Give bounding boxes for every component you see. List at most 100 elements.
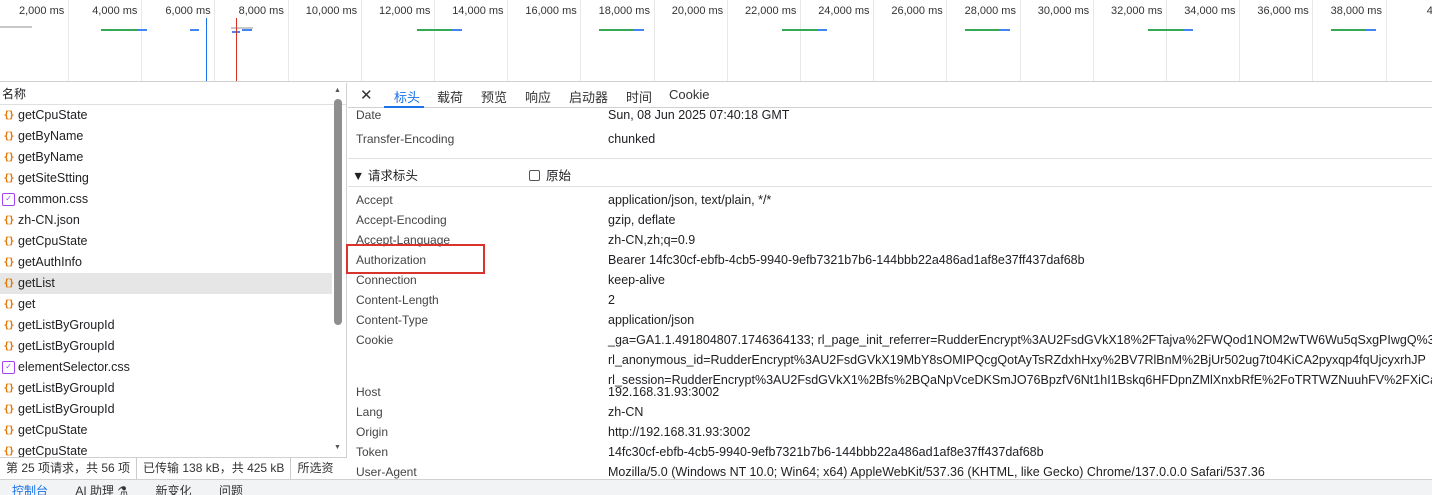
header-name: Authorization xyxy=(356,253,427,267)
waterfall-bar xyxy=(417,29,453,31)
drawer-tab-ai-assistant[interactable]: AI 助理 ⚗ xyxy=(63,480,140,495)
request-row[interactable]: {} getCpuState xyxy=(0,105,332,126)
fetch-icon: {} xyxy=(3,320,14,331)
request-row[interactable]: {} getListByGroupId xyxy=(0,378,332,399)
timeline-gridline xyxy=(1166,0,1167,81)
fetch-icon: {} xyxy=(3,404,14,415)
tab-headers[interactable]: 标头 xyxy=(394,87,420,106)
header-value[interactable]: keep-alive xyxy=(608,273,665,287)
tab-timing[interactable]: 时间 xyxy=(626,87,652,106)
request-name: common.css xyxy=(18,192,89,206)
load-event-marker xyxy=(236,18,237,81)
header-value[interactable]: zh-CN xyxy=(608,405,643,419)
header-name: Content-Type xyxy=(356,313,429,327)
drawer-tab-whats-new[interactable]: 新变化 xyxy=(143,480,203,495)
header-value[interactable]: chunked xyxy=(608,132,655,146)
request-list-scrollbar[interactable]: ▲ ▼ xyxy=(333,83,343,457)
timeline-tick-label: 2,000 ms xyxy=(19,5,65,17)
timeline-tick-label: 32,000 ms xyxy=(1111,5,1163,17)
column-header-name[interactable]: 名称 xyxy=(0,83,346,105)
request-list-pane: 名称 {} getCpuState{} getByName{} getByName{}… xyxy=(0,83,347,457)
header-value[interactable]: http://192.168.31.93:3002 xyxy=(608,425,751,439)
header-name: Lang xyxy=(356,405,383,419)
scroll-up-icon[interactable]: ▲ xyxy=(334,87,341,94)
request-row[interactable]: {} getCpuState xyxy=(0,420,332,441)
waterfall-bar xyxy=(634,29,644,31)
waterfall-bar xyxy=(599,29,635,31)
header-name: Content-Length xyxy=(356,293,439,307)
tab-response[interactable]: 响应 xyxy=(525,87,551,106)
waterfall-bar xyxy=(1366,29,1376,31)
fetch-icon: {} xyxy=(3,110,14,121)
scrollbar-thumb[interactable] xyxy=(334,99,342,325)
request-headers-title[interactable]: ▼ 请求标头 xyxy=(352,165,418,184)
timeline-overview[interactable]: 2,000 ms 4,000 ms 6,000 ms 8,000 ms 10,000 m… xyxy=(0,0,1432,82)
scroll-down-icon[interactable]: ▼ xyxy=(334,444,341,451)
header-value[interactable]: Bearer 14fc30cf-ebfb-4cb5-9940-9efb7321b… xyxy=(608,253,1085,267)
timeline-gridline xyxy=(726,0,728,81)
waterfall-bar xyxy=(1000,29,1010,31)
request-row[interactable]: {} getListByGroupId xyxy=(0,336,332,357)
header-value-continued[interactable]: rl_anonymous_id=RudderEncrypt%3AU2FsdGVk… xyxy=(608,353,1426,367)
close-icon[interactable]: ✕ xyxy=(360,86,373,104)
fetch-icon: {} xyxy=(3,383,14,394)
request-row[interactable]: {} zh-CN.json xyxy=(0,210,332,231)
drawer-tab-console[interactable]: 控制台 xyxy=(0,480,60,495)
timeline-tick-label: 40,00 xyxy=(1427,5,1432,17)
request-row[interactable]: ✓ common.css xyxy=(0,189,332,210)
request-row[interactable]: {} getCpuState xyxy=(0,231,332,252)
request-row[interactable]: {} getListByGroupId xyxy=(0,399,332,420)
request-row[interactable]: {} getAuthInfo xyxy=(0,252,332,273)
timeline-tick-label: 30,000 ms xyxy=(1037,5,1090,17)
tab-payload[interactable]: 载荷 xyxy=(437,87,463,106)
request-row[interactable]: {} getCpuState xyxy=(0,441,332,457)
tab-cookies[interactable]: Cookie xyxy=(669,87,709,102)
header-value[interactable]: Sun, 08 Jun 2025 07:40:18 GMT xyxy=(608,108,789,122)
raw-headers-toggle[interactable]: 原始 xyxy=(529,165,571,184)
timeline-gridline xyxy=(800,0,801,81)
drawer-tab-issues[interactable]: 问题 xyxy=(207,480,255,495)
tab-preview[interactable]: 预览 xyxy=(481,87,507,106)
timeline-tick-label: 18,000 ms xyxy=(598,5,650,17)
header-value[interactable]: application/json, text/plain, */* xyxy=(608,193,771,207)
tab-initiator[interactable]: 启动器 xyxy=(569,87,608,106)
request-row[interactable]: {} getSiteStting xyxy=(0,168,332,189)
request-headers-section[interactable]: ▼ 请求标头 原始 xyxy=(348,159,1432,187)
waterfall-bar xyxy=(965,29,1001,31)
transferred-size: 已传输 138 kB，共 425 kB xyxy=(137,458,292,479)
timeline-gridline xyxy=(946,0,948,81)
request-row[interactable]: ✓ elementSelector.css xyxy=(0,357,332,378)
header-value[interactable]: 14fc30cf-ebfb-4cb5-9940-9efb7321b7b6-144… xyxy=(608,445,1044,459)
timeline-tick-label: 36,000 ms xyxy=(1257,5,1309,17)
request-rows: {} getCpuState {} getByName {} getByName {} get… xyxy=(0,105,346,457)
header-value[interactable]: application/json xyxy=(608,313,694,327)
header-value[interactable]: zh-CN,zh;q=0.9 xyxy=(608,233,695,247)
waterfall-bar xyxy=(817,29,827,31)
timeline-gridline xyxy=(1312,0,1314,81)
request-row[interactable]: {} getByName xyxy=(0,147,332,168)
request-row[interactable]: {} getByName xyxy=(0,126,332,147)
timeline-gridline xyxy=(1385,0,1387,81)
request-row[interactable]: {} getList xyxy=(0,273,332,294)
waterfall-bar xyxy=(782,29,818,31)
timeline-tick-label: 24,000 ms xyxy=(818,5,870,17)
header-value-continued[interactable]: rl_session=RudderEncrypt%3AU2FsdGVkX1%2B… xyxy=(608,373,1432,387)
request-name: getCpuState xyxy=(18,234,88,248)
stylesheet-icon: ✓ xyxy=(2,361,15,374)
raw-checkbox[interactable] xyxy=(529,170,540,181)
header-value[interactable]: 2 xyxy=(608,293,615,307)
fetch-icon: {} xyxy=(3,236,14,247)
header-name: Accept-Language xyxy=(356,233,451,247)
stylesheet-icon: ✓ xyxy=(2,193,15,206)
request-row[interactable]: {} get xyxy=(0,294,332,315)
request-row[interactable]: {} getListByGroupId xyxy=(0,315,332,336)
header-value[interactable]: gzip, deflate xyxy=(608,213,675,227)
header-value[interactable]: _ga=GA1.1.491804807.1746364133; rl_page_… xyxy=(608,333,1432,347)
timeline-tick-label: 20,000 ms xyxy=(671,5,724,17)
request-name: getListByGroupId xyxy=(18,402,115,416)
header-value[interactable]: Mozilla/5.0 (Windows NT 10.0; Win64; x64… xyxy=(608,465,1265,479)
header-value[interactable]: 192.168.31.93:3002 xyxy=(608,385,719,399)
header-name: Transfer-Encoding xyxy=(356,132,455,146)
waterfall-bar xyxy=(1331,29,1367,31)
request-name: elementSelector.css xyxy=(18,360,130,374)
